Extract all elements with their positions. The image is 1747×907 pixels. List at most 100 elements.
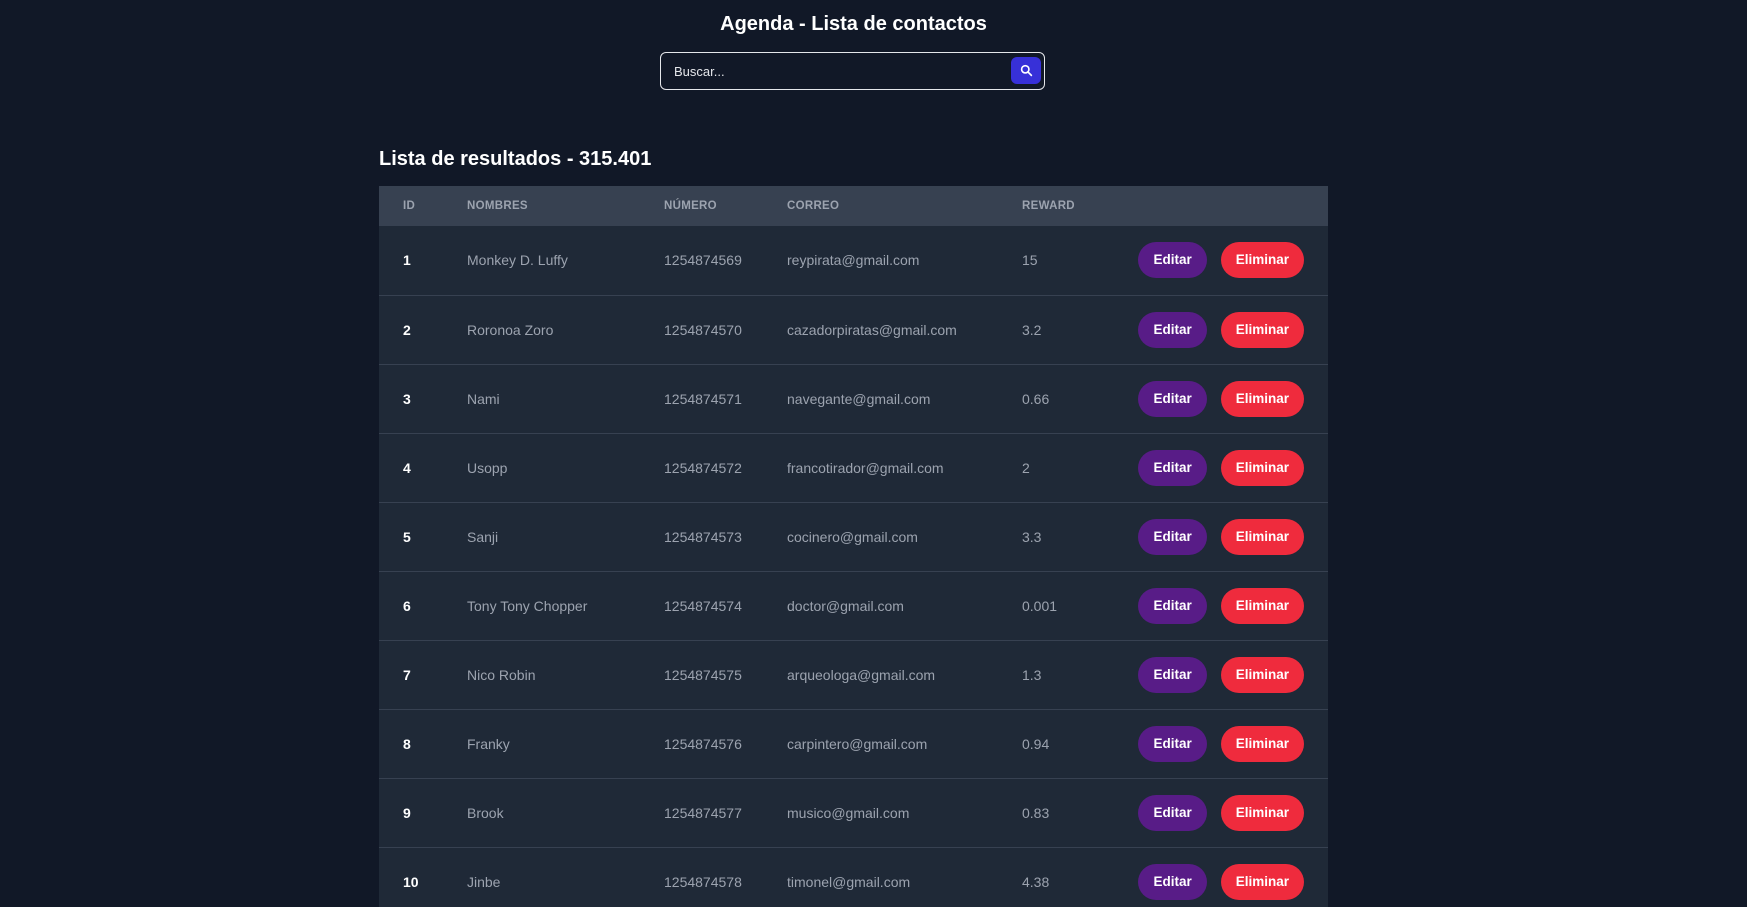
cell-name: Nico Robin	[467, 666, 536, 683]
cell-number: 1254874573	[664, 528, 742, 545]
cell-name: Monkey D. Luffy	[467, 252, 568, 269]
delete-button[interactable]: Eliminar	[1220, 587, 1304, 624]
table-row: 9 Brook 1254874577 musico@gmail.com 0.83 Edit…	[379, 778, 1328, 847]
cell-id: 2	[403, 321, 411, 338]
cell-reward: 0.94	[1022, 735, 1050, 752]
edit-button[interactable]: Editar	[1138, 518, 1207, 555]
cell-id: 10	[403, 873, 419, 890]
cell-email: musico@gmail.com	[787, 804, 910, 821]
table-row: 5 Sanji 1254874573 cocinero@gmail.com 3.3 Edi…	[379, 502, 1328, 571]
cell-actions: Editar Eliminar	[1098, 295, 1328, 364]
cell-number: 1254874572	[664, 459, 742, 476]
table-row: 3 Nami 1254874571 navegante@gmail.com 0.66 Ed…	[379, 364, 1328, 433]
column-header-email: CORREO	[787, 200, 840, 212]
cell-number: 1254874578	[664, 873, 742, 890]
delete-button[interactable]: Eliminar	[1220, 311, 1304, 348]
cell-id: 3	[403, 390, 411, 407]
column-header-names: NOMBRES	[467, 200, 528, 212]
cell-reward: 3.2	[1022, 321, 1042, 338]
cell-reward: 0.66	[1022, 390, 1050, 407]
cell-actions: Editar Eliminar	[1098, 226, 1328, 295]
cell-id: 4	[403, 459, 411, 476]
cell-id: 8	[403, 735, 411, 752]
page: Agenda - Lista de contactos Lista de res…	[0, 0, 1747, 907]
table-row: 8 Franky 1254874576 carpintero@gmail.com 0.9…	[379, 709, 1328, 778]
cell-name: Sanji	[467, 528, 499, 545]
cell-email: reypirata@gmail.com	[787, 252, 920, 269]
edit-button[interactable]: Editar	[1138, 242, 1207, 279]
cell-number: 1254874576	[664, 735, 742, 752]
cell-reward: 0.83	[1022, 804, 1050, 821]
cell-name: Roronoa Zoro	[467, 321, 554, 338]
cell-id: 7	[403, 666, 411, 683]
cell-email: navegante@gmail.com	[787, 390, 931, 407]
delete-button[interactable]: Eliminar	[1220, 380, 1304, 417]
results-table-container: ID NOMBRES NÚMERO CORREO REWARD 1 Monkey …	[379, 186, 1328, 907]
cell-name: Brook	[467, 804, 504, 821]
edit-button[interactable]: Editar	[1138, 794, 1207, 831]
search-icon	[1020, 64, 1032, 77]
cell-email: francotirador@gmail.com	[787, 459, 944, 476]
table-row: 6 Tony Tony Chopper 1254874574 doctor@gmail…	[379, 571, 1328, 640]
delete-button[interactable]: Eliminar	[1220, 242, 1304, 279]
cell-number: 1254874575	[664, 666, 742, 683]
cell-name: Franky	[467, 735, 510, 752]
delete-button[interactable]: Eliminar	[1220, 863, 1304, 900]
cell-email: carpintero@gmail.com	[787, 735, 928, 752]
cell-name: Nami	[467, 390, 500, 407]
cell-id: 6	[403, 597, 411, 614]
cell-reward: 3.3	[1022, 528, 1042, 545]
table-row: 1 Monkey D. Luffy 1254874569 reypirata@gmai…	[379, 226, 1328, 295]
cell-number: 1254874574	[664, 597, 742, 614]
cell-id: 9	[403, 804, 411, 821]
cell-actions: Editar Eliminar	[1098, 433, 1328, 502]
cell-reward: 2	[1022, 459, 1030, 476]
cell-name: Usopp	[467, 459, 508, 476]
cell-id: 1	[403, 252, 411, 269]
cell-reward: 1.3	[1022, 666, 1042, 683]
edit-button[interactable]: Editar	[1138, 725, 1207, 762]
edit-button[interactable]: Editar	[1138, 311, 1207, 348]
cell-actions: Editar Eliminar	[1098, 502, 1328, 571]
table-row: 10 Jinbe 1254874578 timonel@gmail.com 4.38 Ed…	[379, 847, 1328, 907]
table-row: 7 Nico Robin 1254874575 arqueologa@gmail.co…	[379, 640, 1328, 709]
cell-email: cocinero@gmail.com	[787, 528, 918, 545]
cell-actions: Editar Eliminar	[1098, 364, 1328, 433]
edit-button[interactable]: Editar	[1138, 380, 1207, 417]
cell-number: 1254874569	[664, 252, 742, 269]
cell-actions: Editar Eliminar	[1098, 709, 1328, 778]
cell-actions: Editar Eliminar	[1098, 571, 1328, 640]
column-header-id: ID	[403, 200, 416, 212]
cell-email: timonel@gmail.com	[787, 873, 911, 890]
edit-button[interactable]: Editar	[1138, 656, 1207, 693]
cell-number: 1254874571	[664, 390, 742, 407]
column-header-number: NÚMERO	[664, 200, 717, 212]
delete-button[interactable]: Eliminar	[1220, 794, 1304, 831]
cell-actions: Editar Eliminar	[1098, 847, 1328, 907]
delete-button[interactable]: Eliminar	[1220, 518, 1304, 555]
cell-reward: 0.001	[1022, 597, 1058, 614]
edit-button[interactable]: Editar	[1138, 449, 1207, 486]
cell-reward: 4.38	[1022, 873, 1050, 890]
cell-actions: Editar Eliminar	[1098, 640, 1328, 709]
cell-number: 1254874570	[664, 321, 742, 338]
delete-button[interactable]: Eliminar	[1220, 656, 1304, 693]
delete-button[interactable]: Eliminar	[1220, 725, 1304, 762]
search-bar	[660, 52, 1045, 90]
cell-email: doctor@gmail.com	[787, 597, 904, 614]
results-title: Lista de resultados - 315.401	[379, 148, 652, 170]
cell-email: cazadorpiratas@gmail.com	[787, 321, 957, 338]
table-row: 4 Usopp 1254874572 francotirador@gmail.com 2…	[379, 433, 1328, 502]
table-row: 2 Roronoa Zoro 1254874570 cazadorpiratas@gm…	[379, 295, 1328, 364]
column-header-actions	[1098, 186, 1328, 226]
cell-name: Tony Tony Chopper	[467, 597, 588, 614]
results-table: ID NOMBRES NÚMERO CORREO REWARD 1 Monkey …	[379, 186, 1328, 907]
edit-button[interactable]: Editar	[1138, 863, 1207, 900]
edit-button[interactable]: Editar	[1138, 587, 1207, 624]
delete-button[interactable]: Eliminar	[1220, 449, 1304, 486]
search-input[interactable]	[663, 55, 1003, 87]
cell-id: 5	[403, 528, 411, 545]
cell-email: arqueologa@gmail.com	[787, 666, 936, 683]
cell-actions: Editar Eliminar	[1098, 778, 1328, 847]
search-button[interactable]	[1011, 57, 1041, 84]
